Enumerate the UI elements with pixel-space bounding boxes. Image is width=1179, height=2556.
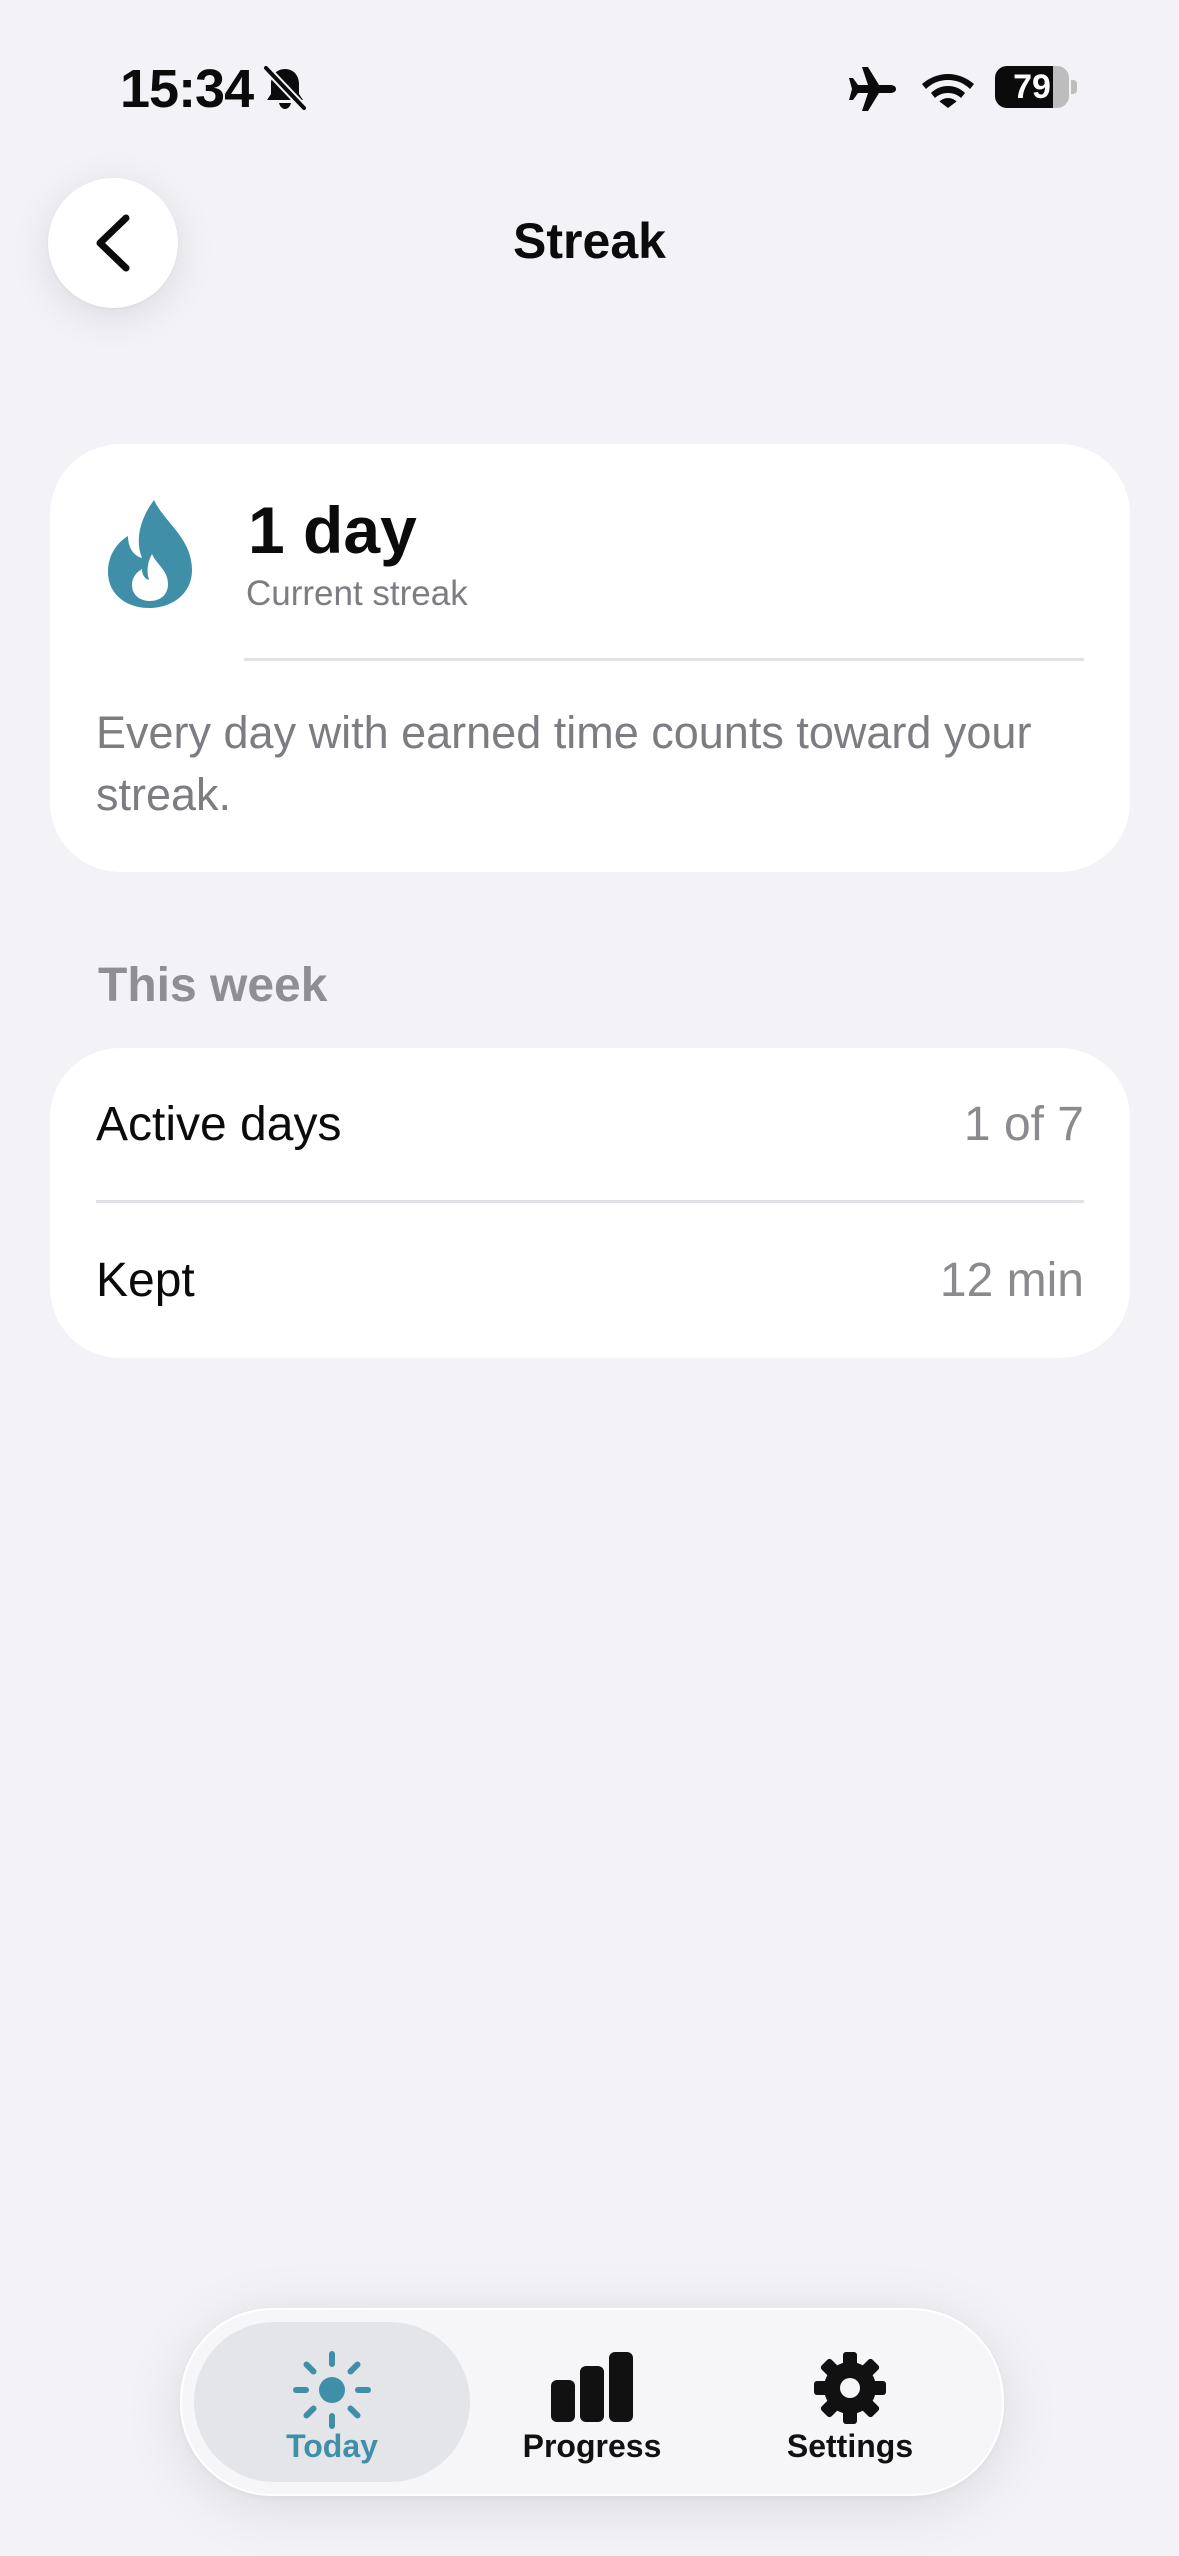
page-title: Streak [513,213,666,269]
section-title-this-week: This week [98,959,328,1012]
airplane-icon [849,67,896,111]
bell-slash-icon [262,64,308,112]
battery-icon: 79 [995,66,1077,108]
streak-description: Every day with earned time counts toward… [96,707,1032,820]
tab-label: Settings [786,2428,914,2464]
streak-card: 1 day Current streak Every day with earn… [50,444,1130,872]
streak-label: Current streak [246,574,468,613]
tab-settings[interactable]: Settings [712,2322,988,2482]
divider [96,1200,1084,1203]
status-time: 15:34 [120,59,254,119]
stat-value: 1 of 7 [963,1098,1084,1151]
week-card: Active days 1 of 7 Kept 12 min [50,1048,1130,1358]
stat-label: Kept [96,1254,195,1307]
stat-row-active-days: Active days 1 of 7 [96,1048,1084,1202]
divider [244,658,1084,661]
tab-bar: Today Progress Settings [180,2308,1004,2496]
streak-screen: 15:34 79 Streak 1 day Current streak Eve… [0,0,1179,2556]
stat-value: 12 min [939,1254,1084,1307]
stat-row-kept: Kept 12 min [96,1204,1084,1358]
stat-label: Active days [96,1098,342,1151]
streak-value: 1 day [248,493,417,567]
sun-icon [293,2351,371,2429]
tab-today[interactable]: Today [194,2322,470,2482]
battery-level: 79 [1013,68,1051,106]
wifi-icon [922,74,974,108]
tab-label: Progress [522,2428,662,2464]
tab-label: Today [286,2428,378,2464]
tab-progress[interactable]: Progress [454,2322,730,2482]
flame-icon [108,500,192,608]
gear-icon [814,2352,886,2424]
bar-chart-icon [551,2352,633,2422]
